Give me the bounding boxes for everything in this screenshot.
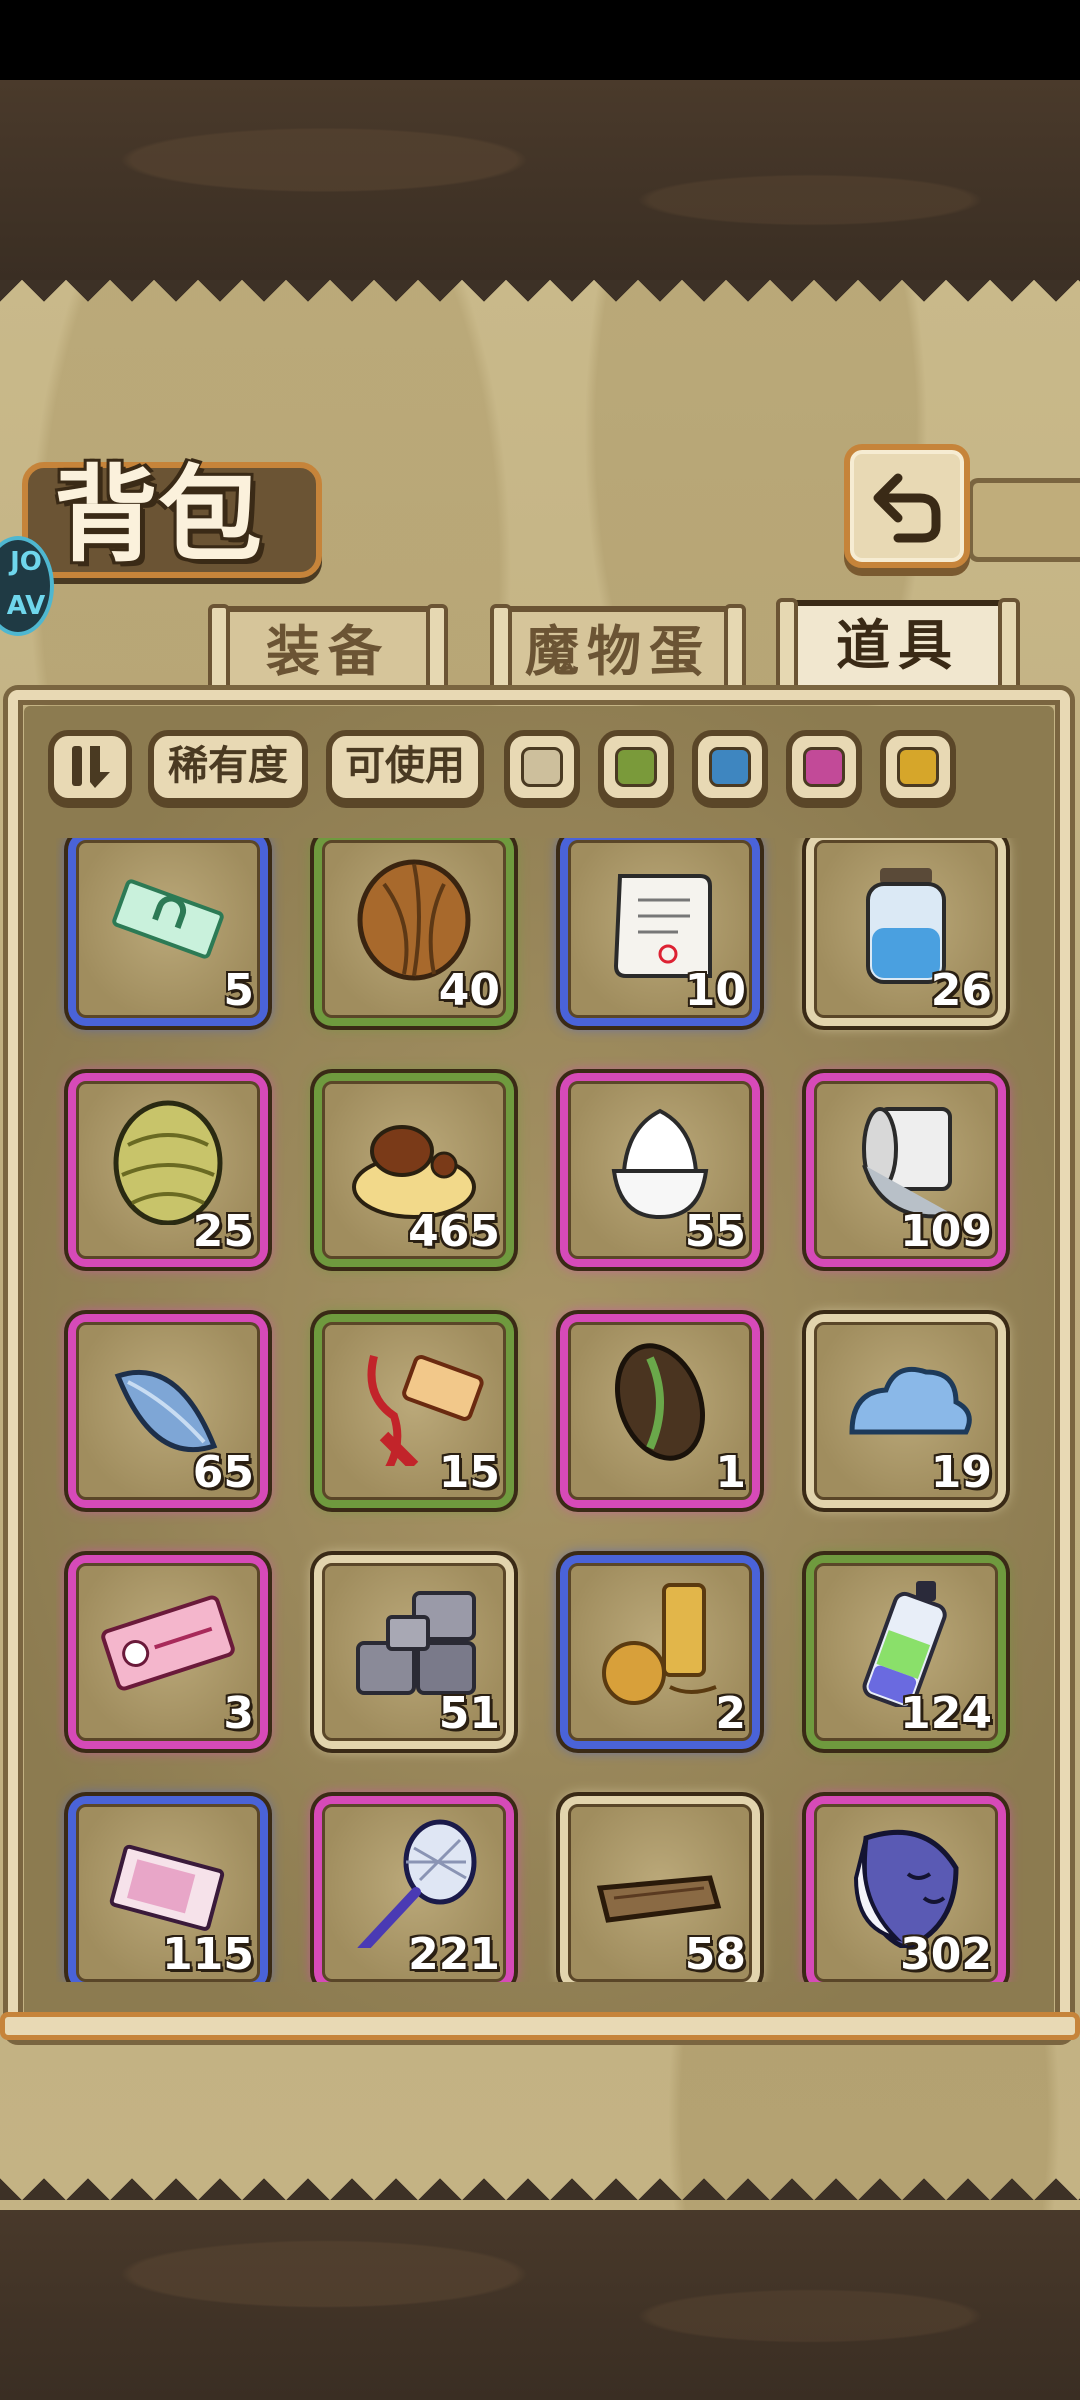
item-count: 40 (438, 965, 500, 1016)
tab-monster-eggs-label: 魔物蛋 (525, 619, 711, 683)
panel-bottom-rail (0, 2012, 1080, 2040)
item-slot[interactable]: 465 (314, 1073, 514, 1267)
item-count: 2 (715, 1688, 746, 1739)
item-slot[interactable]: 25 (68, 1073, 268, 1267)
item-count: 124 (900, 1688, 992, 1739)
rarity-swatch-rare[interactable] (692, 730, 768, 804)
tab-items[interactable]: 道具 (776, 598, 1020, 700)
rarity-swatch-uncommon[interactable] (598, 730, 674, 804)
pink-ticket-icon (101, 1595, 235, 1691)
item-count: 115 (162, 1929, 254, 1980)
tab-equipment-label: 装备 (266, 619, 390, 683)
item-count: 15 (438, 1447, 500, 1498)
item-slot[interactable]: 1 (560, 1314, 760, 1508)
item-count: 1 (715, 1447, 746, 1498)
item-count: 3 (223, 1688, 254, 1739)
swatch-fill (803, 747, 845, 787)
return-arrow-icon (873, 473, 941, 543)
back-rail (968, 478, 1080, 562)
item-count: 55 (684, 1206, 746, 1257)
status-bar (0, 0, 1080, 80)
torn-edge-top (0, 280, 1080, 340)
item-count: 19 (930, 1447, 992, 1498)
item-slot[interactable]: 221 (314, 1796, 514, 1982)
item-slot[interactable]: 58 (560, 1796, 760, 1982)
item-count: 26 (930, 965, 992, 1016)
swatch-fill (709, 747, 751, 787)
swatch-fill (521, 747, 563, 787)
rarity-swatch-common[interactable] (504, 730, 580, 804)
item-count: 65 (192, 1447, 254, 1498)
item-count: 58 (684, 1929, 746, 1980)
item-count: 221 (408, 1929, 500, 1980)
item-count: 302 (900, 1929, 992, 1980)
item-grid[interactable]: 5 40 10 26 25 465 55 109 65 15 1 19 3 51 2 124 115 221 58 3… (56, 838, 1024, 1982)
page-title: 背包 (54, 453, 263, 576)
sort-toggle-icon (72, 746, 110, 788)
tab-items-label: 道具 (836, 613, 960, 677)
item-slot[interactable]: 55 (560, 1073, 760, 1267)
item-slot[interactable]: 302 (806, 1796, 1006, 1982)
tab-post (776, 598, 798, 692)
item-count: 109 (900, 1206, 992, 1257)
item-slot[interactable]: 3 (68, 1555, 268, 1749)
tab-post (208, 604, 230, 698)
torn-edge-bottom (0, 2140, 1080, 2200)
back-button[interactable] (844, 444, 970, 568)
item-slot[interactable]: 65 (68, 1314, 268, 1508)
item-slot[interactable]: 115 (68, 1796, 268, 1982)
item-slot[interactable]: 124 (806, 1555, 1006, 1749)
item-slot[interactable]: 5 (68, 838, 268, 1026)
item-slot[interactable]: 26 (806, 838, 1006, 1026)
swatch-fill (615, 747, 657, 787)
item-count: 5 (223, 965, 254, 1016)
bean-seed-icon (614, 1343, 706, 1461)
tab-equipment[interactable]: 装备 (208, 604, 448, 698)
item-slot[interactable]: 51 (314, 1555, 514, 1749)
item-slot[interactable]: 40 (314, 838, 514, 1026)
rarity-filter-button[interactable]: 稀有度 (148, 730, 308, 804)
item-count: 51 (438, 1688, 500, 1739)
item-slot[interactable]: 2 (560, 1555, 760, 1749)
swatch-fill (897, 747, 939, 787)
item-count: 10 (684, 965, 746, 1016)
item-slot[interactable]: 15 (314, 1314, 514, 1508)
item-slot[interactable]: 10 (560, 838, 760, 1026)
item-slot[interactable]: 19 (806, 1314, 1006, 1508)
item-slot[interactable]: 109 (806, 1073, 1006, 1267)
golden-relics-icon (602, 1583, 717, 1705)
tab-post (490, 604, 512, 698)
tab-post (426, 604, 448, 698)
sort-toggle-button[interactable] (48, 730, 132, 804)
map-background-top (0, 80, 1080, 280)
tab-post (724, 604, 746, 698)
usable-filter-button[interactable]: 可使用 (326, 730, 484, 804)
item-count: 465 (408, 1206, 500, 1257)
horseshoe-ticket-icon (112, 879, 224, 959)
tab-post (998, 598, 1020, 692)
map-background-bottom (0, 2190, 1080, 2400)
item-count: 25 (192, 1206, 254, 1257)
tab-monster-eggs[interactable]: 魔物蛋 (490, 604, 746, 698)
rarity-swatch-legendary[interactable] (880, 730, 956, 804)
rarity-swatch-epic[interactable] (786, 730, 862, 804)
